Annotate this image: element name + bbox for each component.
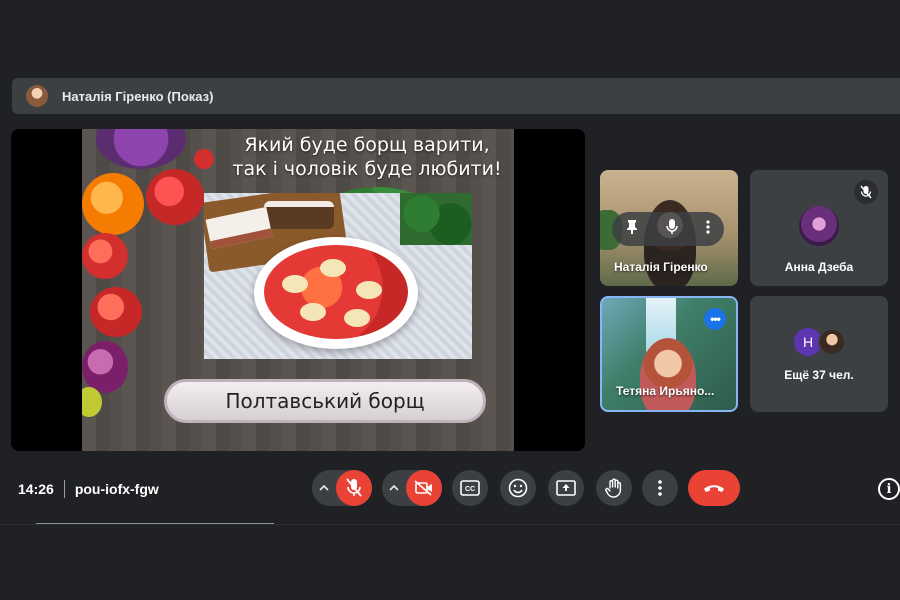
presentation-stage[interactable]: Який буде борщ варити, так і чоловік буд… <box>11 129 585 451</box>
dumpling-image <box>344 309 370 327</box>
presenter-label: Наталія Гіренко (Показ) <box>62 88 214 104</box>
svg-text:CC: CC <box>465 486 475 493</box>
raise-hand-button[interactable] <box>596 470 632 506</box>
meeting-time: 14:26 <box>18 481 54 497</box>
pin-icon[interactable] <box>625 219 639 239</box>
onion-image <box>82 341 128 393</box>
bread-image <box>264 201 334 229</box>
captions-button[interactable]: CC <box>452 470 488 506</box>
end-call-button[interactable] <box>688 470 740 506</box>
orange-pepper-image <box>82 173 144 235</box>
borscht-photo <box>204 193 472 359</box>
dumpling-image <box>300 303 326 321</box>
meeting-info: 14:26 pou-iofx-fgw <box>18 480 159 498</box>
chevron-up-icon[interactable] <box>312 482 336 494</box>
more-participants-label: Ещё 37 чел. <box>784 368 854 382</box>
participant-name: Наталія Гіренко <box>614 260 708 274</box>
camera-off-button[interactable] <box>406 470 442 506</box>
divider <box>63 480 65 498</box>
slide-caption-line-2: так і чоловік буде любити! <box>232 158 502 180</box>
more-options-button[interactable] <box>642 470 678 506</box>
divider <box>0 524 900 525</box>
tile-hover-controls <box>612 212 724 246</box>
avatar <box>799 206 839 246</box>
chevron-up-icon[interactable] <box>382 482 406 494</box>
apple-image <box>82 387 102 417</box>
present-button[interactable] <box>548 470 584 506</box>
presenter-avatar <box>26 85 48 107</box>
avatar <box>818 328 846 356</box>
soup-image <box>264 245 408 339</box>
mic-off-button[interactable] <box>336 470 372 506</box>
tomato-image <box>82 233 128 279</box>
info-icon[interactable]: i <box>878 478 900 500</box>
slide-caption: Який буде борщ варити, так і чоловік буд… <box>232 133 502 181</box>
tomato-image <box>90 287 142 337</box>
borscht-bowl-image <box>254 237 418 349</box>
cherry-tomato-image <box>194 149 214 169</box>
mic-icon[interactable] <box>665 218 679 240</box>
presentation-slide: Який буде борщ варити, так і чоловік буд… <box>82 129 514 451</box>
greens-image <box>400 193 472 245</box>
slide-caption-line-1: Який буде борщ варити, <box>244 134 490 156</box>
more-button[interactable]: ••• <box>704 308 726 330</box>
control-bar: 14:26 pou-iofx-fgw CC i <box>0 468 900 512</box>
slide-title: Полтавський борщ <box>164 379 486 423</box>
cabbage-image <box>96 129 186 169</box>
participant-tile-anna[interactable]: Анна Дзеба <box>750 170 888 286</box>
participant-name: Тетяна Ирьяно... <box>616 384 715 398</box>
participant-name: Анна Дзеба <box>784 260 854 274</box>
dumpling-image <box>356 281 382 299</box>
participant-tile-tatiana[interactable]: ••• Тетяна Ирьяно... <box>600 296 738 412</box>
presenter-bar[interactable]: Наталія Гіренко (Показ) <box>12 78 900 114</box>
dumpling-image <box>320 259 346 277</box>
mic-off-icon <box>854 180 878 204</box>
more-vert-icon[interactable] <box>705 219 711 239</box>
dumpling-image <box>282 275 308 293</box>
participant-tile-natalia[interactable]: Наталія Гіренко <box>600 170 738 286</box>
camera-control-group <box>382 470 442 506</box>
participant-video <box>640 338 696 410</box>
emoji-button[interactable] <box>500 470 536 506</box>
meeting-code[interactable]: pou-iofx-fgw <box>75 481 159 497</box>
participant-tile-more[interactable]: H Ещё 37 чел. <box>750 296 888 412</box>
mic-control-group <box>312 470 372 506</box>
red-pepper-image <box>146 169 204 225</box>
